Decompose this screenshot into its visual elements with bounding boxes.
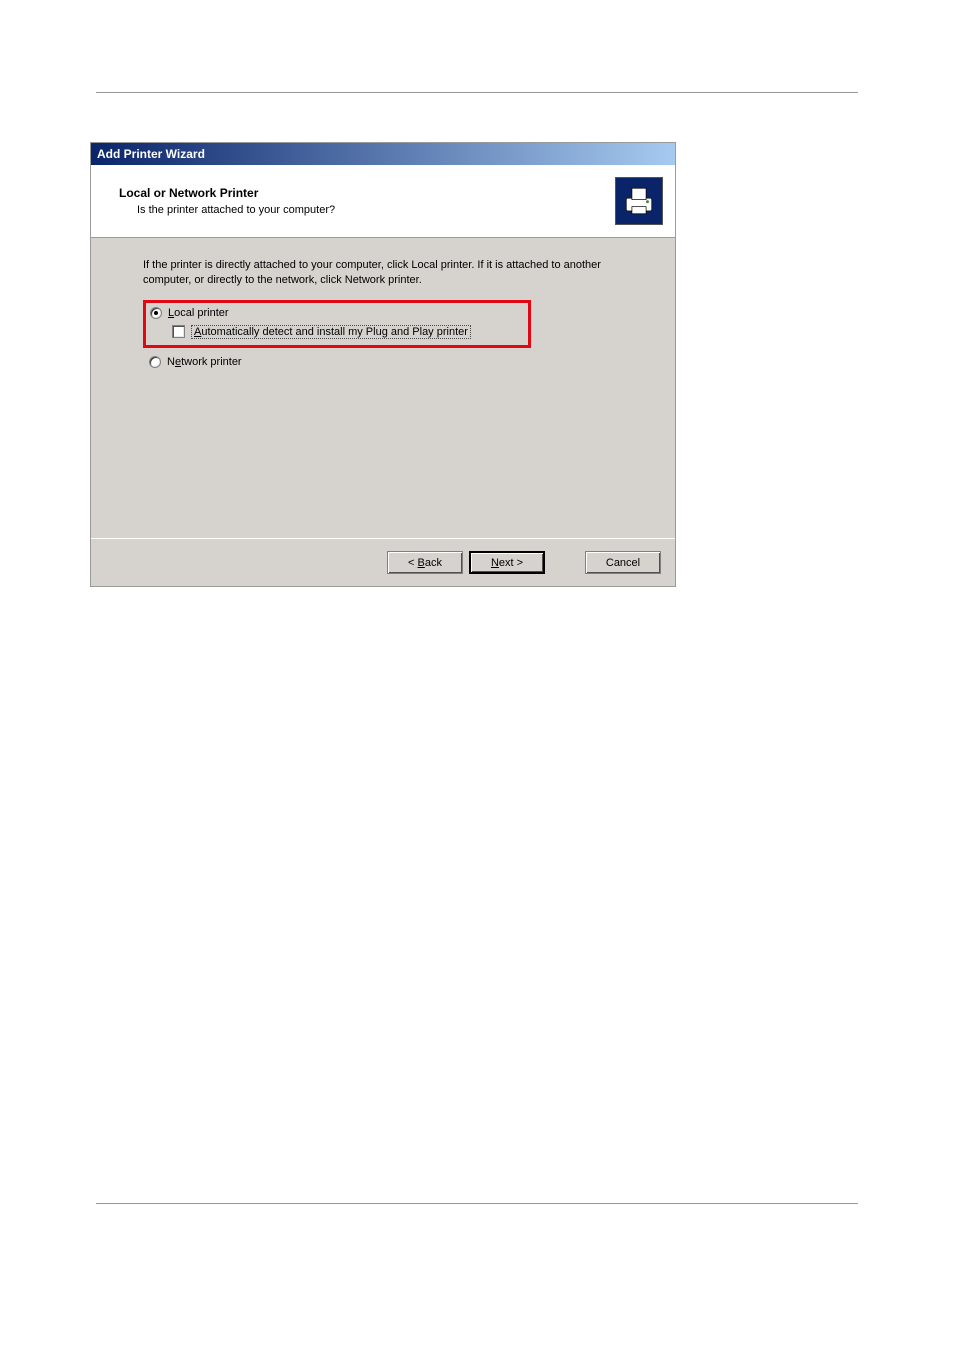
wizard-header-subtitle: Is the printer attached to your computer… [119,204,615,216]
local-printer-highlight: Local printer Automatically detect and i… [143,300,531,348]
wizard-body: If the printer is directly attached to y… [91,238,675,538]
dialog-title-text: Add Printer Wizard [97,147,205,161]
next-button[interactable]: Next > [469,551,545,574]
radio-local-label: Local printer [168,307,229,319]
instruction-text: If the printer is directly attached to y… [143,258,635,288]
printer-icon-svg [622,184,656,218]
radio-network-indicator [149,356,161,368]
cancel-button[interactable]: Cancel [585,551,661,574]
wizard-header: Local or Network Printer Is the printer … [91,165,675,238]
radio-local-printer[interactable]: Local printer [150,307,522,319]
checkbox-autodetect-box [172,325,185,338]
wizard-header-title: Local or Network Printer [119,186,615,200]
wizard-header-texts: Local or Network Printer Is the printer … [119,186,615,216]
checkbox-autodetect-label: Automatically detect and install my Plug… [191,325,471,339]
radio-local-indicator [150,307,162,319]
footer-gap [551,551,579,574]
page-top-rule [96,92,858,93]
wizard-footer: < Back Next > Cancel [91,538,675,586]
add-printer-wizard-dialog: Add Printer Wizard Local or Network Prin… [90,142,676,587]
page-bottom-rule [96,1203,858,1204]
printer-icon [615,177,663,225]
checkbox-autodetect[interactable]: Automatically detect and install my Plug… [150,325,522,339]
back-button[interactable]: < Back [387,551,463,574]
dialog-titlebar: Add Printer Wizard [91,143,675,165]
printer-options: Local printer Automatically detect and i… [143,300,635,368]
radio-network-printer[interactable]: Network printer [143,356,635,368]
radio-network-label: Network printer [167,356,242,368]
